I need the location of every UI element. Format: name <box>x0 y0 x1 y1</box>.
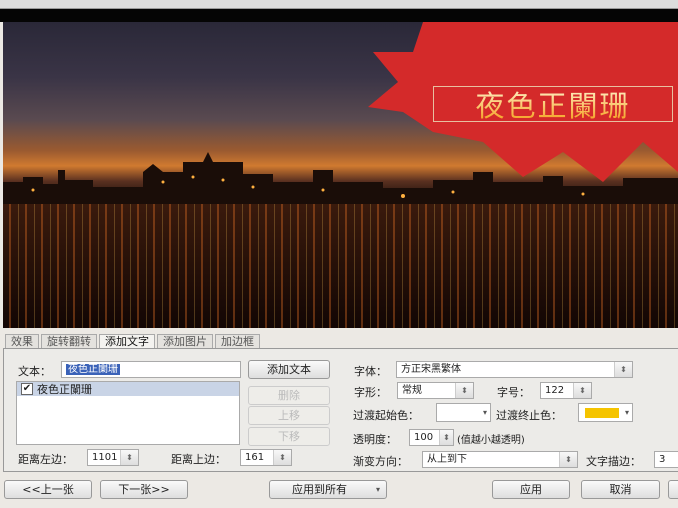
gradient-direction-select[interactable]: 从上到下 ⬍ <box>422 451 578 468</box>
gradient-start-color-picker[interactable]: ▾ <box>436 403 491 422</box>
stroke-spinner[interactable]: 3 <box>654 451 678 468</box>
list-item[interactable]: ✔ 夜色正闌珊 <box>17 382 239 396</box>
style-select[interactable]: 常规 ⬍ <box>397 382 474 399</box>
gradient-start-label: 过渡起始色： <box>353 409 419 422</box>
style-label: 字形： <box>354 386 387 399</box>
gradient-end-color-picker[interactable]: ▾ <box>578 403 633 422</box>
spinner-arrows-icon[interactable]: ⬍ <box>439 430 453 445</box>
text-input-value: 夜色正闌珊 <box>66 364 120 375</box>
text-list[interactable]: ✔ 夜色正闌珊 <box>16 381 240 445</box>
stroke-label: 文字描边： <box>586 455 641 468</box>
preview-border <box>0 9 678 22</box>
add-text-button[interactable]: 添加文本 <box>248 360 330 379</box>
spinner-arrows-icon[interactable]: ⬍ <box>120 450 138 465</box>
select-arrows-icon: ⬍ <box>455 383 473 398</box>
checkbox-checked-icon[interactable]: ✔ <box>21 383 33 395</box>
dropdown-arrow-icon: ▾ <box>624 408 629 417</box>
top-bar <box>0 0 678 9</box>
spinner-arrows-icon[interactable]: ⬍ <box>573 383 591 398</box>
apply-to-all-label: 应用到所有 <box>292 483 347 496</box>
apply-button[interactable]: 应用 <box>492 480 570 499</box>
dropdown-arrow-icon: ▾ <box>375 485 380 494</box>
color-swatch <box>585 408 619 418</box>
size-label: 字号： <box>497 386 530 399</box>
left-margin-value: 1101 <box>92 452 118 463</box>
image-preview: 夜色正闌珊 <box>3 22 678 328</box>
opacity-label: 透明度： <box>353 433 397 446</box>
delete-button[interactable]: 删除 <box>248 386 330 405</box>
opacity-value: 100 <box>414 432 434 443</box>
font-select[interactable]: 方正宋黑繁体 ⬍ <box>396 361 633 378</box>
top-margin-label: 距离上边： <box>171 453 226 466</box>
text-label: 文本： <box>18 365 51 378</box>
red-splash-shape <box>368 22 678 182</box>
extra-button[interactable] <box>668 480 678 499</box>
move-up-button[interactable]: 上移 <box>248 406 330 425</box>
font-label: 字体： <box>354 365 387 378</box>
move-down-button[interactable]: 下移 <box>248 427 330 446</box>
gradient-direction-label: 渐变方向： <box>353 455 408 468</box>
left-margin-spinner[interactable]: 1101 ⬍ <box>87 449 139 466</box>
previous-button[interactable]: <<上一张 <box>4 480 92 499</box>
gradient-end-label: 过渡终止色： <box>496 409 562 422</box>
text-input[interactable]: 夜色正闌珊 <box>61 361 241 378</box>
stroke-value: 3 <box>659 454 666 465</box>
overlay-text[interactable]: 夜色正闌珊 <box>433 86 673 123</box>
tab-effects[interactable]: 效果 <box>5 334 39 349</box>
apply-to-all-dropdown[interactable]: 应用到所有 ▾ <box>269 480 387 499</box>
opacity-hint: (值越小越透明) <box>457 435 525 446</box>
tab-add-image[interactable]: 添加图片 <box>157 334 213 349</box>
opacity-spinner[interactable]: 100 ⬍ <box>409 429 454 446</box>
next-button[interactable]: 下一张>> <box>100 480 188 499</box>
style-value: 常规 <box>402 385 422 396</box>
select-arrows-icon: ⬍ <box>614 362 632 377</box>
tab-bar: 效果 旋转翻转 添加文字 添加图片 加边框 <box>5 334 262 350</box>
gradient-direction-value: 从上到下 <box>427 454 467 465</box>
spinner-arrows-icon[interactable]: ⬍ <box>273 450 291 465</box>
top-margin-value: 161 <box>245 452 265 463</box>
top-margin-spinner[interactable]: 161 ⬍ <box>240 449 292 466</box>
size-value: 122 <box>545 385 565 396</box>
cancel-button[interactable]: 取消 <box>581 480 660 499</box>
font-value: 方正宋黑繁体 <box>401 364 461 375</box>
left-margin-label: 距离左边： <box>18 453 73 466</box>
list-item-label: 夜色正闌珊 <box>37 383 92 396</box>
dropdown-arrow-icon: ▾ <box>482 408 487 417</box>
tab-add-border[interactable]: 加边框 <box>215 334 260 349</box>
select-arrows-icon: ⬍ <box>559 452 577 467</box>
tab-rotate-flip[interactable]: 旋转翻转 <box>41 334 97 349</box>
size-spinner[interactable]: 122 ⬍ <box>540 382 592 399</box>
